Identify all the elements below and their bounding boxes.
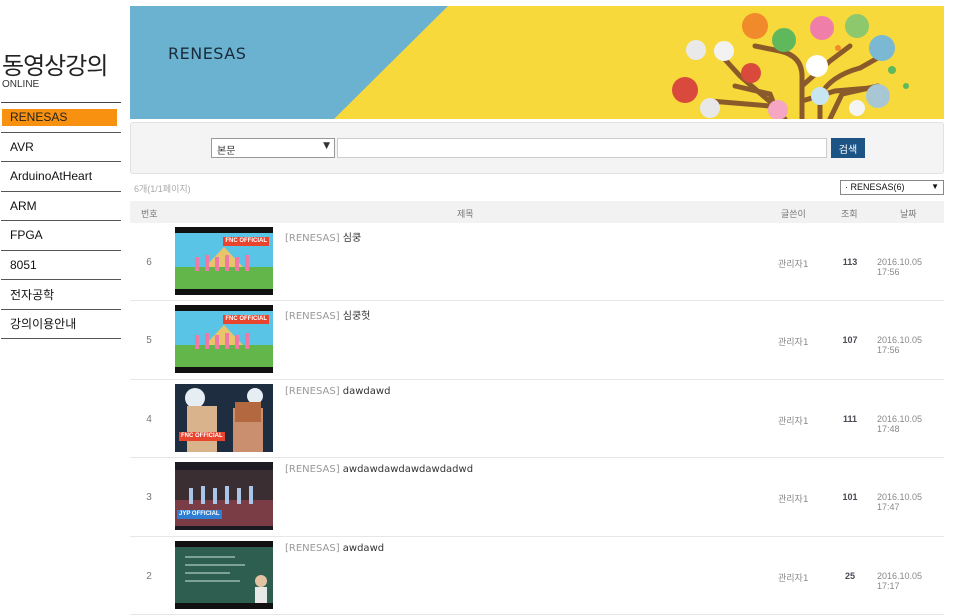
post-title: awdawdawdawdawdadwd [342, 464, 474, 476]
post-title: 심쿵헛 [342, 311, 371, 323]
table-row[interactable]: 3 JYP OFFICIAL [RENESAS] awdawdawdawdawd… [130, 458, 944, 537]
sidebar-item-renesas-wrap: RENESAS [1, 103, 121, 133]
search-field-select[interactable]: 본문 ▼ [211, 138, 335, 158]
header-views: 조회 [841, 210, 858, 220]
post-title-link[interactable]: [RENESAS] awdawdawdawdawdadwd [285, 464, 473, 475]
row-num: 3 [146, 492, 152, 504]
post-category-prefix: [RENESAS] [285, 233, 340, 244]
row-num: 5 [146, 335, 152, 347]
post-title: awdawd [342, 542, 385, 554]
search-bar: 본문 ▼ 검색 [130, 122, 944, 174]
post-count: 6개(1/1페이지) [134, 184, 191, 194]
header-title: 제목 [457, 210, 474, 220]
post-title-link[interactable]: [RENESAS] 심쿵헛 [285, 307, 370, 322]
row-views: 107 [842, 335, 858, 346]
video-thumbnail[interactable]: JYP OFFICIAL [175, 462, 273, 531]
row-num: 6 [146, 257, 152, 268]
video-thumbnail[interactable]: FNC OFFICIAL [175, 227, 273, 295]
search-button[interactable]: 검색 [831, 138, 865, 158]
row-date: 2016.10.05 17:17 [877, 570, 923, 591]
row-views: 111 [842, 413, 858, 424]
category-selected: · RENESAS(6) [845, 182, 905, 192]
search-input[interactable] [337, 138, 827, 158]
row-author: 관리자1 [778, 338, 809, 349]
sidebar-item-renesas[interactable]: RENESAS [2, 108, 117, 126]
table-row[interactable]: 5 FNC OFFICIAL [RENESAS] 심쿵헛 관리자1 107 20… [130, 301, 944, 380]
row-views: 101 [842, 492, 858, 503]
row-num: 4 [146, 413, 152, 425]
row-author: 관리자1 [778, 260, 809, 270]
post-title-link[interactable]: [RENESAS] dawdawd [285, 386, 390, 397]
video-thumbnail[interactable]: FNC OFFICIAL [175, 383, 273, 452]
table-row[interactable]: 2 [RENESAS] awdawd 관리자1 25 2016.10.05 17… [130, 537, 944, 615]
table-row[interactable]: 4 FNC OFFICIAL [RENESAS] dawdawd 관리자1 11… [130, 380, 944, 459]
post-category-prefix: [RENESAS] [285, 311, 340, 323]
row-author: 관리자1 [778, 495, 809, 506]
post-list: 6 FNC OFFICIAL [RENESAS] 심쿵 관리자1 113 201… [130, 223, 944, 615]
video-thumbnail[interactable] [175, 540, 273, 609]
banner-graphic [130, 6, 909, 119]
sidebar-item-fpga[interactable]: FPGA [1, 221, 121, 251]
sidebar-nav: RENESAS AVR ArduinoAtHeart ARM FPGA 8051… [1, 102, 121, 339]
site-title: 동영상강의 [2, 52, 108, 80]
sidebar-item-electronics[interactable]: 전자공학 [1, 280, 121, 310]
thumbnail-badge: FNC OFFICIAL [223, 237, 269, 246]
header-date: 날짜 [900, 210, 917, 220]
thumbnail-badge: FNC OFFICIAL [223, 315, 269, 325]
row-num: 2 [146, 570, 152, 582]
row-date: 2016.10.05 17:48 [877, 413, 923, 434]
header-num: 번호 [141, 210, 158, 220]
site-subtitle: ONLINE [2, 79, 40, 90]
post-category-prefix: [RENESAS] [285, 464, 340, 476]
search-field-label: 본문 [217, 146, 236, 157]
video-thumbnail[interactable]: FNC OFFICIAL [175, 305, 273, 374]
sidebar-item-arduinoatheart[interactable]: ArduinoAtHeart [1, 162, 121, 192]
row-date: 2016.10.05 17:56 [877, 257, 923, 277]
sidebar-item-avr[interactable]: AVR [1, 133, 121, 162]
table-row[interactable]: 6 FNC OFFICIAL [RENESAS] 심쿵 관리자1 113 201… [130, 223, 944, 302]
row-date: 2016.10.05 17:47 [877, 492, 923, 513]
sidebar-item-arm[interactable]: ARM [1, 192, 121, 221]
table-header: 번호 제목 글쓴이 조회 날짜 [130, 201, 944, 223]
row-author: 관리자1 [778, 573, 809, 584]
sidebar-item-guide[interactable]: 강의이용안내 [1, 310, 121, 339]
site-logo[interactable]: 동영상강의 ONLINE [2, 52, 120, 90]
row-views: 113 [842, 257, 858, 267]
thumbnail-badge: JYP OFFICIAL [177, 510, 222, 520]
post-title: 심쿵 [342, 233, 362, 244]
banner-title: RENESAS [168, 44, 247, 63]
chevron-down-icon: ▼ [323, 141, 330, 151]
row-date: 2016.10.05 17:56 [877, 335, 923, 356]
row-views: 25 [844, 570, 855, 581]
chevron-down-icon: ▼ [931, 182, 939, 191]
post-title-link[interactable]: [RENESAS] 심쿵 [285, 229, 361, 244]
post-title: dawdawd [342, 385, 391, 397]
post-category-prefix: [RENESAS] [285, 542, 340, 554]
row-author: 관리자1 [778, 416, 809, 427]
category-select[interactable]: · RENESAS(6) ▼ [840, 180, 944, 195]
post-category-prefix: [RENESAS] [285, 385, 340, 397]
header-author: 글쓴이 [781, 210, 806, 220]
page-banner: RENESAS [130, 6, 944, 119]
post-title-link[interactable]: [RENESAS] awdawd [285, 543, 384, 554]
sidebar-item-8051[interactable]: 8051 [1, 251, 121, 280]
thumbnail-badge: FNC OFFICIAL [179, 431, 225, 441]
